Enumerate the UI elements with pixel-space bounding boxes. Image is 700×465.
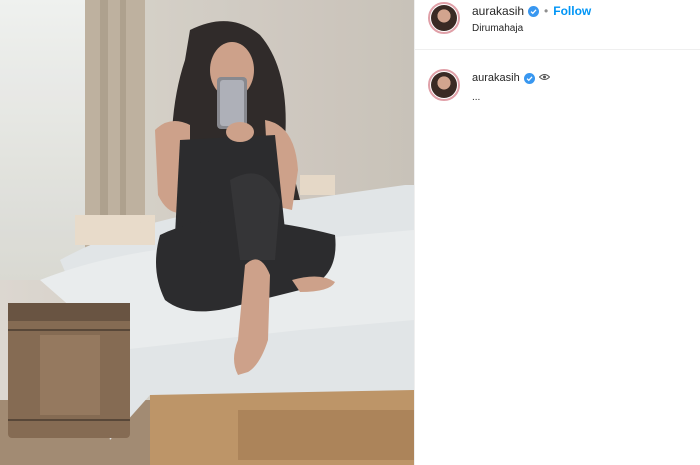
separator-dot: •	[544, 4, 549, 18]
follow-button[interactable]: Follow	[553, 4, 591, 18]
caption-text: ...	[472, 92, 481, 103]
post-photo[interactable]	[0, 0, 414, 465]
avatar-image	[431, 72, 457, 98]
comment-user-row: aurakasih	[472, 72, 550, 84]
verified-badge-icon	[528, 5, 540, 17]
location-link[interactable]: Dirumahaja	[472, 23, 523, 34]
profile-avatar[interactable]	[428, 2, 460, 34]
avatar-image	[431, 5, 457, 31]
header-user-row: aurakasih • Follow	[472, 4, 591, 18]
post-header: aurakasih • Follow Dirumahaja	[415, 0, 700, 50]
post-photo-illustration	[0, 0, 414, 465]
eye-icon	[538, 73, 550, 83]
post-sidebar: aurakasih • Follow Dirumahaja aurakasih …	[414, 0, 700, 465]
verified-badge-icon	[523, 72, 535, 84]
header-username[interactable]: aurakasih	[472, 4, 524, 18]
comment-username[interactable]: aurakasih	[472, 72, 520, 84]
comment-avatar[interactable]	[428, 69, 460, 101]
